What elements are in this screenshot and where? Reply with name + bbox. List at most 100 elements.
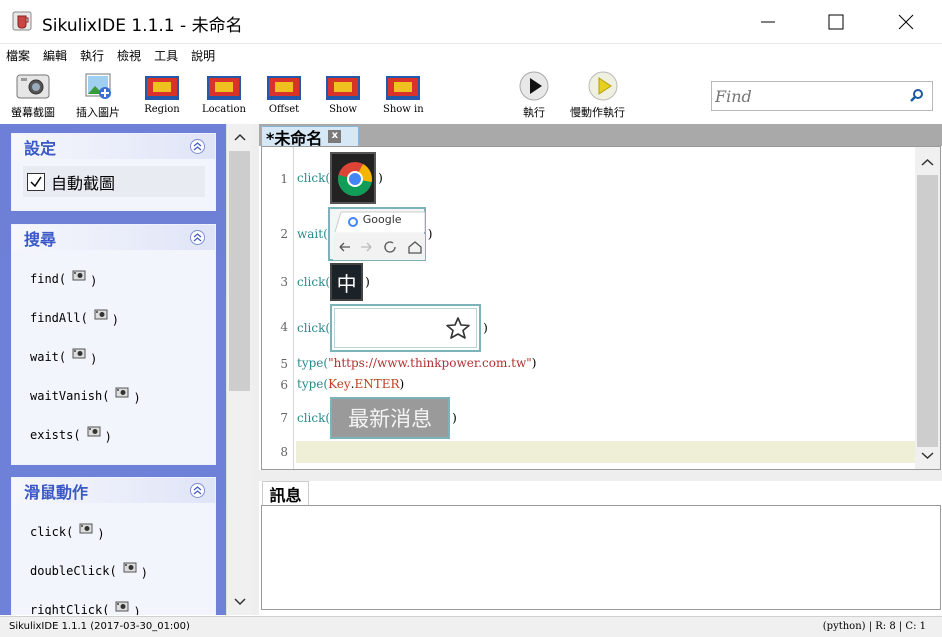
camera-icon	[87, 426, 101, 437]
collapse-icon[interactable]	[190, 483, 205, 498]
address-bar-star-pattern[interactable]	[330, 304, 482, 352]
auto-capture-option[interactable]: 自動截圖	[23, 166, 205, 197]
auto-capture-checkbox[interactable]	[27, 172, 45, 191]
scroll-up-icon[interactable]	[234, 133, 246, 141]
search-icon[interactable]	[910, 89, 924, 103]
line-number: 1	[280, 172, 288, 186]
chrome-logo-icon	[338, 162, 373, 196]
scroll-down-icon[interactable]	[234, 598, 246, 606]
scroll-up-icon[interactable]	[921, 158, 934, 166]
camera-icon	[115, 387, 129, 398]
line-number: 4	[280, 320, 288, 334]
close-icon	[898, 14, 914, 30]
insert-image-icon	[85, 73, 111, 99]
title-bar: SikulixIDE 1.1.1 - 未命名	[0, 0, 942, 44]
line-gutter: 1 2 3 4 5 6 7 8	[262, 147, 294, 469]
script-editor[interactable]: 1 2 3 4 5 6 7 8 click( ) wait(Google) …	[261, 146, 941, 470]
editor-scrollbar[interactable]	[915, 147, 940, 469]
editor-tab-strip: *未命名 x	[259, 124, 942, 148]
region-button[interactable]: Region	[142, 70, 182, 115]
line-number: 2	[280, 227, 288, 241]
line-number: 7	[280, 411, 288, 425]
camera-icon	[79, 523, 93, 534]
window-title: SikulixIDE 1.1.1 - 未命名	[42, 16, 243, 36]
show-in-button[interactable]: Show in	[383, 70, 424, 115]
offset-button[interactable]: Offset	[264, 70, 304, 115]
command-sidebar: 設定 自動截圖 搜尋 find( ) findAll() wait() wa…	[0, 124, 226, 615]
waitvanish-command[interactable]: waitVanish( )	[30, 387, 141, 405]
line-number: 8	[280, 445, 288, 459]
wait-command[interactable]: wait( )	[30, 348, 97, 366]
search-panel: 搜尋 find( ) findAll( ) wait( ) waitVanish…	[11, 224, 216, 465]
chinese-input-button-pattern[interactable]: 中	[330, 263, 364, 301]
status-cursor-position: (python) | R: 8 | C: 1	[822, 621, 926, 632]
tab-label: *未命名	[266, 128, 323, 148]
show-button[interactable]: Show	[323, 70, 363, 115]
click-command[interactable]: click( )	[30, 523, 105, 541]
collapse-icon[interactable]	[190, 139, 205, 154]
tab-messages[interactable]: 訊息	[262, 481, 309, 505]
menu-file[interactable]: 檔案	[6, 47, 30, 64]
doubleclick-command[interactable]: doubleClick( )	[30, 562, 148, 580]
minimize-icon	[761, 21, 775, 23]
camera-icon	[94, 309, 108, 320]
show-in-icon	[386, 76, 421, 100]
run-slow-button[interactable]: 慢動作執行	[570, 70, 625, 120]
checkmark-icon	[30, 176, 42, 187]
menu-run[interactable]: 執行	[80, 47, 104, 64]
camera-icon	[72, 348, 86, 359]
splitter-horizontal[interactable]	[259, 470, 942, 481]
screenshot-button[interactable]: 螢幕截圖	[11, 70, 55, 120]
offset-icon	[267, 76, 301, 100]
scroll-down-icon[interactable]	[921, 452, 934, 460]
menu-help[interactable]: 說明	[191, 47, 215, 64]
splitter-vertical[interactable]	[252, 124, 259, 615]
code-line: click( 最新消息 )	[297, 397, 457, 439]
tab-close-icon[interactable]: x	[328, 130, 342, 143]
insert-image-button[interactable]: 插入圖片	[76, 70, 120, 120]
menu-edit[interactable]: 編輯	[43, 47, 67, 64]
maximize-icon	[828, 14, 844, 30]
search-panel-header[interactable]: 搜尋	[12, 225, 215, 250]
settings-panel: 設定 自動截圖	[11, 133, 216, 211]
menu-view[interactable]: 檢視	[117, 47, 141, 64]
star-icon	[446, 317, 470, 339]
mouse-panel-title: 滑鼠動作	[24, 482, 89, 502]
rightclick-command[interactable]: rightClick( )	[30, 601, 141, 615]
run-button[interactable]: 執行	[518, 70, 550, 120]
code-area[interactable]: click( ) wait(Google) click(中) click…	[296, 147, 916, 469]
editor-scroll-thumb[interactable]	[917, 175, 938, 447]
message-area[interactable]	[261, 505, 941, 610]
collapse-icon[interactable]	[190, 230, 205, 245]
status-version: SikulixIDE 1.1.1 (2017-03-30_01:00)	[9, 621, 190, 632]
google-browser-tab-pattern[interactable]: Google	[327, 207, 426, 261]
exists-command[interactable]: exists( )	[30, 426, 112, 444]
camera-icon	[16, 74, 50, 99]
close-button[interactable]	[883, 0, 929, 44]
settings-panel-header[interactable]: 設定	[12, 134, 215, 159]
code-line: click( 中 )	[297, 263, 370, 301]
menu-tools[interactable]: 工具	[154, 47, 178, 64]
chrome-logo-pattern[interactable]	[330, 152, 377, 204]
tab-untitled[interactable]: *未命名 x	[261, 126, 359, 148]
toolbar: 螢幕截圖 插入圖片 Region Location Offset Show Sh…	[0, 66, 942, 124]
sidebar-scrollbar[interactable]	[226, 124, 252, 615]
camera-icon	[123, 562, 137, 573]
find-input[interactable]	[715, 83, 895, 109]
location-button[interactable]: Location	[202, 70, 246, 115]
auto-capture-label: 自動截圖	[51, 173, 116, 193]
code-line: type( Key . ENTER )	[297, 377, 405, 391]
sidebar-scroll-thumb[interactable]	[229, 151, 250, 391]
find-command[interactable]: find( )	[30, 270, 97, 288]
status-bar: SikulixIDE 1.1.1 (2017-03-30_01:00) (pyt…	[0, 616, 942, 637]
maximize-button[interactable]	[813, 0, 859, 44]
latest-news-button-pattern[interactable]: 最新消息	[330, 397, 451, 439]
line-number: 3	[280, 275, 288, 289]
mouse-panel-header[interactable]: 滑鼠動作	[12, 478, 215, 503]
findall-command[interactable]: findAll( )	[30, 309, 119, 327]
minimize-button[interactable]	[745, 0, 791, 44]
code-line: click( )	[297, 304, 488, 352]
code-line: wait( Google )	[297, 207, 432, 261]
region-icon	[145, 76, 179, 100]
camera-icon	[115, 601, 129, 612]
